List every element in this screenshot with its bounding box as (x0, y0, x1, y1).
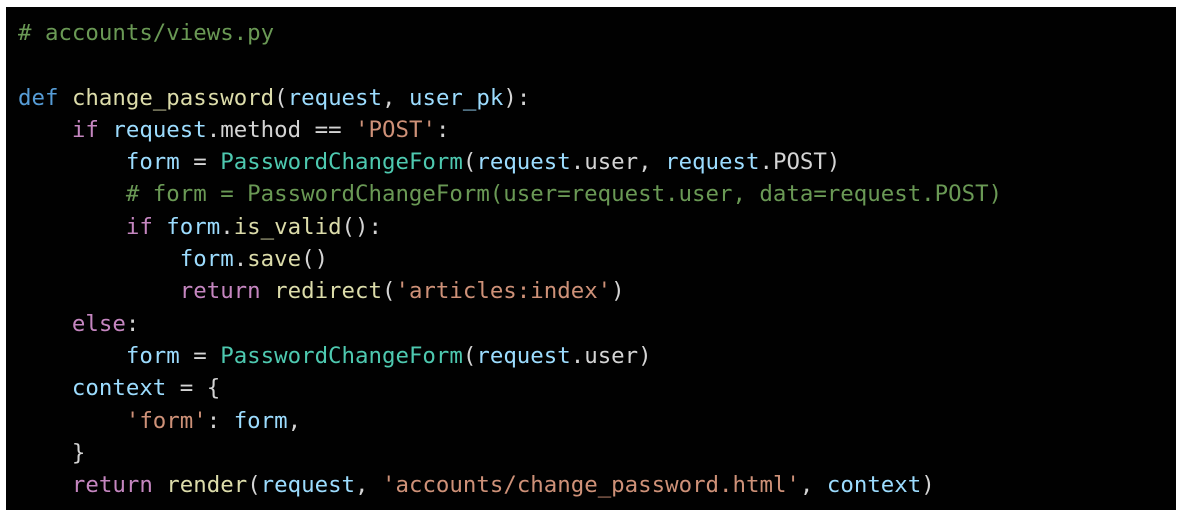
code-line: # accounts/views.py (18, 17, 1002, 49)
code-token-plain: = (179, 149, 221, 176)
code-line: form.save() (18, 243, 1002, 275)
code-token-plain: ) (921, 472, 935, 499)
code-token-plain: .POST) (759, 149, 841, 176)
code-token-comment: # accounts/views.py (18, 20, 275, 46)
code-token-comment: # form = PasswordChangeForm(user=request… (125, 181, 1003, 208)
code-token-plain: ) (611, 278, 625, 305)
code-token-plain: , (287, 407, 302, 434)
code-line: if form.is_valid(): (18, 211, 1002, 243)
code-token-plain: : (125, 310, 140, 337)
code-token-control: else (71, 310, 126, 337)
code-line: # form = PasswordChangeForm(user=request… (18, 178, 1002, 210)
code-token-variable: form (125, 342, 180, 369)
code-token-control: if (71, 116, 99, 143)
code-token-variable: user_pk (408, 84, 504, 111)
code-token-variable: request (287, 84, 383, 111)
code-line: return redirect('articles:index') (18, 275, 1002, 307)
code-line: def change_password(request, user_pk): (18, 82, 1002, 114)
code-token-string: 'form' (125, 407, 207, 434)
code-token-variable: request (476, 342, 571, 369)
code-token-keyword: def (18, 84, 59, 111)
code-token-plain: } (18, 439, 86, 466)
code-token-function: change_password (71, 84, 275, 111)
code-token-control: if (125, 213, 153, 240)
code-token-plain: .user) (570, 342, 652, 369)
code-token-plain: = { (166, 375, 221, 402)
code-token-string: 'POST' (355, 116, 436, 143)
code-token-variable: request (260, 472, 356, 499)
code-block: # accounts/views.py def change_password(r… (6, 7, 1176, 510)
code-line: form = PasswordChangeForm(request.user, … (18, 146, 1002, 178)
code-token-variable: context (71, 375, 167, 402)
code-line: form = PasswordChangeForm(request.user) (18, 340, 1002, 372)
code-token-plain: , (799, 472, 827, 499)
code-token-control: return (179, 278, 261, 305)
code-content: # accounts/views.py def change_password(r… (18, 17, 1002, 501)
code-line: context = { (18, 372, 1002, 404)
code-token-plain: ( (247, 472, 261, 499)
code-token-plain: () (301, 246, 329, 273)
code-line: else: (18, 308, 1002, 340)
code-token-plain: : (435, 116, 450, 143)
code-token-plain: ( (274, 84, 288, 111)
code-token-variable: request (476, 149, 571, 176)
code-token-string: 'accounts/change_password.html' (382, 472, 800, 499)
code-token-plain: .user, (570, 149, 666, 176)
code-token-variable: form (179, 246, 234, 273)
code-token-plain: ( (462, 149, 477, 176)
code-token-plain: , (355, 472, 383, 499)
code-token-plain: (): (341, 213, 382, 240)
code-token-plain: . (220, 213, 234, 240)
code-token-plain: = (179, 342, 221, 369)
code-token-function: render (166, 472, 248, 499)
code-token-function: is_valid (233, 213, 342, 240)
code-token-plain: .method == (206, 116, 356, 143)
code-token-plain: : (206, 407, 234, 434)
code-token-variable: request (665, 149, 760, 176)
code-token-control: return (71, 472, 153, 499)
code-token-class: PasswordChangeForm (220, 342, 463, 369)
code-token-plain: . (233, 246, 248, 273)
code-token-class: PasswordChangeForm (220, 149, 463, 176)
code-token-variable: form (166, 213, 221, 240)
code-token-variable: request (112, 116, 207, 143)
code-token-function: redirect (274, 278, 382, 305)
code-token-variable: form (125, 149, 180, 176)
code-token-plain: ( (381, 278, 396, 305)
code-token-function: save (247, 246, 302, 273)
code-line: 'form': form, (18, 405, 1002, 437)
code-token-string: 'articles:index' (395, 278, 612, 305)
code-token-variable: form (233, 407, 288, 434)
code-line: if request.method == 'POST': (18, 114, 1002, 146)
code-token-plain: ( (462, 342, 477, 369)
code-line: } (18, 437, 1002, 469)
code-token-plain: , (382, 84, 409, 111)
code-token-variable: context (826, 472, 922, 499)
code-token-plain: ): (503, 84, 531, 111)
code-line: return render(request, 'accounts/change_… (18, 469, 1002, 501)
